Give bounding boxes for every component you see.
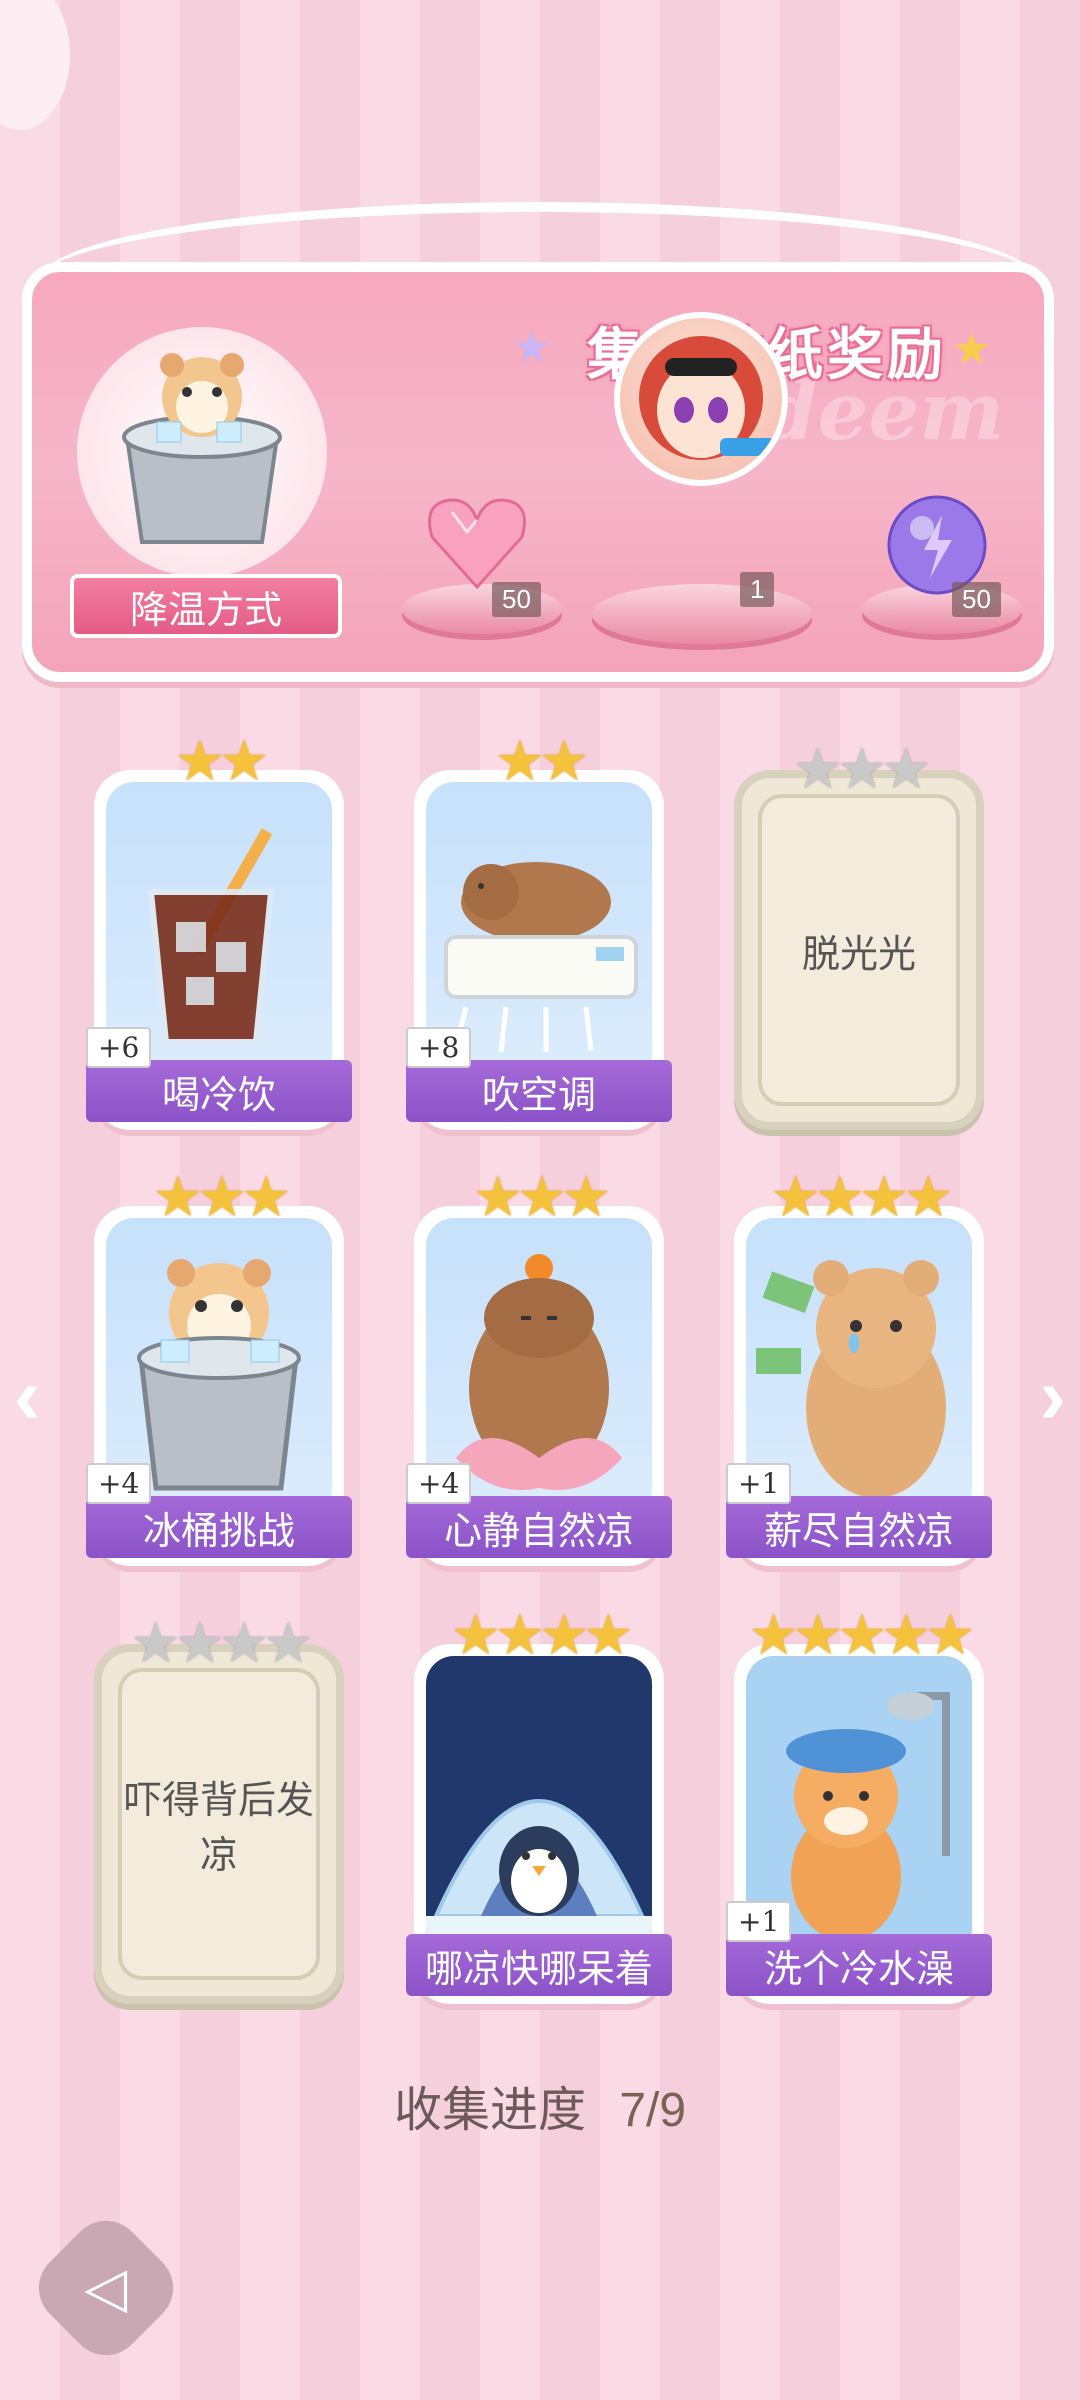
sticker-card[interactable]: ★ ★ ★ ★ 薪尽自然凉 +1: [726, 1165, 992, 1566]
star-icon: ★: [130, 1611, 181, 1674]
reward-pedestal: [592, 584, 812, 644]
card-name: 喝冷饮: [86, 1060, 352, 1122]
heart-gem-icon: [428, 498, 526, 590]
card-bonus: +4: [406, 1463, 472, 1504]
cooling-method-frame: [77, 327, 327, 577]
prev-page-arrow[interactable]: ‹: [14, 1350, 41, 1442]
sticker-card[interactable]: ★ ★ ★ ★ 吓得背后发凉: [94, 1611, 344, 2004]
next-page-arrow[interactable]: ›: [1039, 1350, 1066, 1442]
collection-progress: 收集进度 7/9: [0, 2070, 1080, 2140]
reward-count: 50: [492, 582, 541, 617]
menu-corner-button[interactable]: [0, 0, 70, 130]
card-bonus: +1: [726, 1463, 792, 1504]
character-avatar: [614, 312, 788, 486]
sticker-card[interactable]: ★ ★ ★ ★ ★ 洗个冷水澡 +1: [726, 1603, 992, 2004]
card-name: 吹空调: [406, 1060, 672, 1122]
cooling-method-label: 降温方式: [70, 574, 342, 638]
hamster-ice-bucket-icon: [122, 353, 282, 544]
sticker-card[interactable]: ★ ★ ★ 脱光光: [734, 737, 984, 1130]
locked-card-name: 脱光光: [758, 794, 960, 1106]
reward-count: 50: [952, 582, 1001, 617]
star-icon: ★: [836, 737, 887, 800]
card-name: 冰桶挑战: [86, 1496, 352, 1558]
star-icon: ★: [174, 1611, 225, 1674]
progress-label: 收集进度: [393, 2084, 586, 2137]
star-icon: ★: [792, 737, 843, 800]
card-bonus: +1: [726, 1901, 792, 1942]
progress-value: 7/9: [619, 2084, 687, 2137]
sticker-card[interactable]: ★ ★ 吹空调 +8: [406, 729, 672, 1130]
penguin-igloo-icon: [426, 1656, 652, 1956]
card-name: 哪凉快哪呆着: [406, 1934, 672, 1996]
card-name: 薪尽自然凉: [726, 1496, 992, 1558]
card-bonus: +4: [86, 1463, 152, 1504]
card-bonus: +6: [86, 1027, 152, 1068]
back-button[interactable]: ◁: [23, 2205, 189, 2371]
card-name: 洗个冷水澡: [726, 1934, 992, 1996]
star-decoration-icon: ★: [952, 325, 992, 374]
locked-card-name: 吓得背后发凉: [118, 1668, 320, 1980]
sticker-card[interactable]: ★ ★ ★ 心静自然凉 +4: [406, 1165, 672, 1566]
sticker-card[interactable]: ★ ★ ★ ★ 哪凉快哪呆着: [406, 1603, 672, 2004]
reward-banner: Redeem ★ ★ 集齐贴纸奖励 降温方式 50 1: [22, 262, 1054, 682]
sticker-card[interactable]: ★ ★ 喝冷饮 +6: [86, 729, 352, 1130]
card-stars: ★ ★ ★: [742, 736, 976, 802]
card-bonus: +8: [406, 1027, 472, 1068]
star-decoration-icon: ★: [512, 323, 552, 372]
sticker-card[interactable]: ★ ★ ★ 冰桶挑战 +4: [86, 1165, 352, 1566]
card-stars: ★ ★ ★ ★: [102, 1610, 336, 1676]
card-name: 心静自然凉: [406, 1496, 672, 1558]
reward-count: 1: [740, 572, 775, 607]
star-icon: ★: [263, 1611, 313, 1674]
back-arrow-icon: ◁: [84, 2255, 128, 2319]
star-icon: ★: [881, 737, 931, 800]
star-icon: ★: [219, 1611, 269, 1674]
